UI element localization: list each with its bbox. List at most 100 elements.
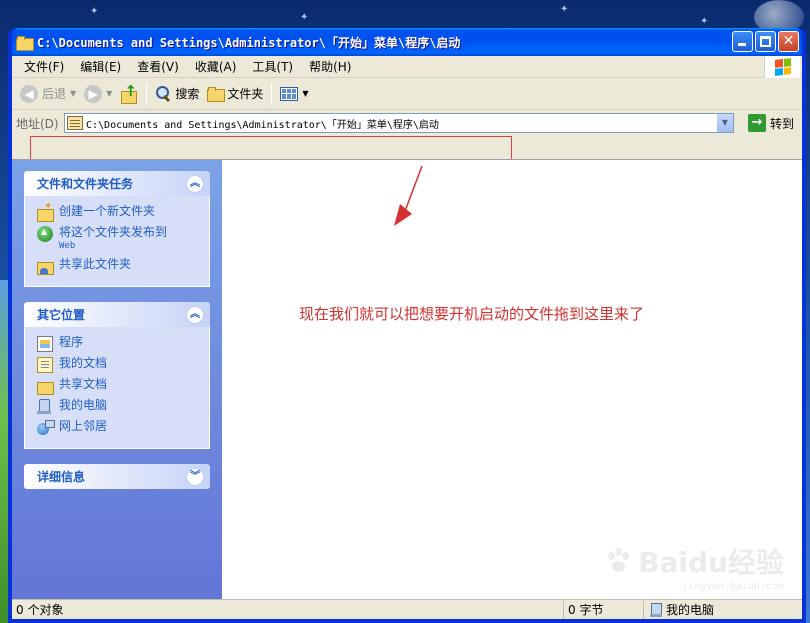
views-button[interactable]: ▼ bbox=[276, 81, 312, 107]
programs-icon bbox=[37, 336, 53, 352]
close-icon: ✕ bbox=[782, 33, 795, 49]
watermark-text: Baidu经验 bbox=[638, 546, 784, 579]
annotation-text: 现在我们就可以把想要开机启动的文件拖到这里来了 bbox=[299, 305, 645, 323]
folder-up-icon bbox=[120, 82, 138, 104]
chevron-down-icon: ▼ bbox=[302, 89, 309, 98]
address-input[interactable]: C:\Documents and Settings\Administrator\… bbox=[64, 113, 734, 133]
menu-tools[interactable]: 工具(T) bbox=[244, 56, 301, 78]
annotation-arrow bbox=[394, 165, 423, 226]
menu-help[interactable]: 帮助(H) bbox=[301, 56, 359, 78]
status-object-count: 0 个对象 bbox=[12, 600, 564, 619]
address-value: C:\Documents and Settings\Administrator\… bbox=[86, 119, 439, 131]
status-zone-label: 我的电脑 bbox=[666, 602, 715, 617]
place-network[interactable]: 网上邻居 bbox=[37, 419, 199, 436]
menu-view[interactable]: 查看(V) bbox=[129, 56, 187, 78]
windows-flag-icon bbox=[774, 58, 791, 76]
panel-title: 详细信息 bbox=[37, 470, 86, 484]
file-tasks-panel: 文件和文件夹任务 ︽ 创建一个新文件夹 将这个文件夹发布到Web bbox=[24, 171, 210, 287]
place-shared-documents[interactable]: 共享文档 bbox=[37, 377, 199, 395]
collapse-icon[interactable]: ︽ bbox=[186, 174, 204, 193]
go-button[interactable]: → 转到 bbox=[748, 113, 794, 133]
views-icon bbox=[280, 86, 299, 101]
folders-button[interactable]: 文件夹 bbox=[203, 81, 267, 107]
shared-documents-icon bbox=[37, 378, 54, 395]
task-label: 将这个文件夹发布到 Web bbox=[59, 225, 168, 251]
window-client-area: 文件(F) 编辑(E) 查看(V) 收藏(A) 工具(T) 帮助(H) ◀ 后退… bbox=[12, 56, 802, 619]
place-programs[interactable]: 程序 bbox=[37, 335, 199, 352]
other-places-panel: 其它位置 ︽ 程序 我的文档 共享文档 我的电脑 网上邻居 bbox=[24, 302, 210, 449]
windows-logo bbox=[764, 56, 800, 78]
file-tasks-body: 创建一个新文件夹 将这个文件夹发布到Web 共享此文件夹 bbox=[24, 196, 210, 287]
start-menu-folder-icon bbox=[67, 116, 83, 130]
place-my-documents[interactable]: 我的文档 bbox=[37, 356, 199, 373]
close-button[interactable]: ✕ bbox=[778, 31, 799, 52]
place-my-computer[interactable]: 我的电脑 bbox=[37, 398, 199, 415]
back-label: 后退 bbox=[42, 87, 67, 101]
window-title: C:\Documents and Settings\Administrator\… bbox=[37, 35, 461, 50]
status-size: 0 字节 bbox=[564, 600, 644, 619]
desktop-star: ✦ bbox=[700, 16, 709, 27]
menu-bar: 文件(F) 编辑(E) 查看(V) 收藏(A) 工具(T) 帮助(H) bbox=[12, 56, 802, 78]
main-area: 文件和文件夹任务 ︽ 创建一个新文件夹 将这个文件夹发布到Web bbox=[12, 159, 802, 602]
task-new-folder[interactable]: 创建一个新文件夹 bbox=[37, 201, 199, 222]
forward-button[interactable]: ▶ ▼ bbox=[80, 81, 116, 107]
menu-edit[interactable]: 编辑(E) bbox=[72, 56, 129, 78]
search-label: 搜索 bbox=[175, 87, 200, 101]
place-label: 我的电脑 bbox=[59, 398, 108, 412]
search-icon bbox=[155, 85, 171, 102]
toolbar-separator bbox=[146, 82, 148, 105]
maximize-button[interactable] bbox=[755, 31, 776, 52]
menu-favorites[interactable]: 收藏(A) bbox=[187, 56, 245, 78]
forward-arrow-icon: ▶ bbox=[84, 84, 103, 103]
paw-icon bbox=[606, 548, 632, 574]
task-label: 创建一个新文件夹 bbox=[59, 204, 156, 218]
title-bar[interactable]: C:\Documents and Settings\Administrator\… bbox=[12, 28, 802, 56]
search-button[interactable]: 搜索 bbox=[151, 81, 203, 107]
task-share-folder[interactable]: 共享此文件夹 bbox=[37, 257, 199, 275]
folder-icon bbox=[207, 87, 226, 102]
address-dropdown-button[interactable]: ▼ bbox=[716, 114, 733, 132]
my-computer-icon bbox=[37, 399, 53, 415]
menu-file[interactable]: 文件(F) bbox=[16, 56, 72, 78]
toolbar-separator bbox=[271, 82, 273, 105]
other-places-header[interactable]: 其它位置 ︽ bbox=[24, 302, 210, 327]
chevron-down-icon[interactable]: ▼ bbox=[106, 89, 112, 98]
back-button[interactable]: ◀ 后退 ▼ bbox=[16, 81, 80, 107]
explorer-window: C:\Documents and Settings\Administrator\… bbox=[8, 28, 806, 623]
task-publish-web[interactable]: 将这个文件夹发布到Web bbox=[37, 225, 199, 253]
folder-icon bbox=[16, 35, 34, 51]
place-label: 网上邻居 bbox=[59, 419, 108, 433]
other-places-body: 程序 我的文档 共享文档 我的电脑 网上邻居 bbox=[24, 327, 210, 449]
standard-toolbar: ◀ 后退 ▼ ▶ ▼ 搜索 文件夹 ▼ bbox=[12, 78, 802, 110]
place-label: 程序 bbox=[59, 335, 84, 349]
place-label: 我的文档 bbox=[59, 356, 108, 370]
baidu-watermark: Baidu经验 jingyan.baidu.com bbox=[606, 541, 784, 592]
desktop-star: ✦ bbox=[90, 6, 99, 17]
back-arrow-icon: ◀ bbox=[20, 84, 38, 103]
share-folder-icon bbox=[37, 258, 54, 275]
watermark-url: jingyan.baidu.com bbox=[681, 581, 784, 592]
collapse-icon[interactable]: ︽ bbox=[186, 305, 204, 324]
panel-title: 其它位置 bbox=[37, 308, 86, 322]
new-folder-icon bbox=[37, 201, 54, 222]
my-computer-icon bbox=[650, 602, 662, 617]
maximize-icon bbox=[760, 36, 771, 47]
desktop-star: ✦ bbox=[560, 4, 569, 15]
panel-title: 文件和文件夹任务 bbox=[37, 177, 134, 191]
desktop-star: ✦ bbox=[300, 12, 309, 23]
file-list-area[interactable]: 现在我们就可以把想要开机启动的文件拖到这里来了 Baidu经验 jingyan.… bbox=[222, 160, 802, 602]
watermark-logo: Baidu经验 bbox=[606, 541, 784, 581]
details-header[interactable]: 详细信息 ︾ bbox=[24, 464, 210, 489]
expand-icon[interactable]: ︾ bbox=[186, 467, 204, 486]
network-places-icon bbox=[37, 420, 55, 436]
minimize-icon bbox=[738, 43, 746, 46]
go-label: 转到 bbox=[770, 116, 795, 131]
caption-buttons: ✕ bbox=[732, 31, 799, 52]
folders-label: 文件夹 bbox=[227, 87, 264, 101]
address-label: 地址(D) bbox=[16, 116, 59, 131]
up-button[interactable] bbox=[116, 81, 142, 107]
minimize-button[interactable] bbox=[732, 31, 753, 52]
my-documents-icon bbox=[37, 357, 53, 373]
file-tasks-header[interactable]: 文件和文件夹任务 ︽ bbox=[24, 171, 210, 196]
chevron-down-icon[interactable]: ▼ bbox=[70, 89, 76, 98]
